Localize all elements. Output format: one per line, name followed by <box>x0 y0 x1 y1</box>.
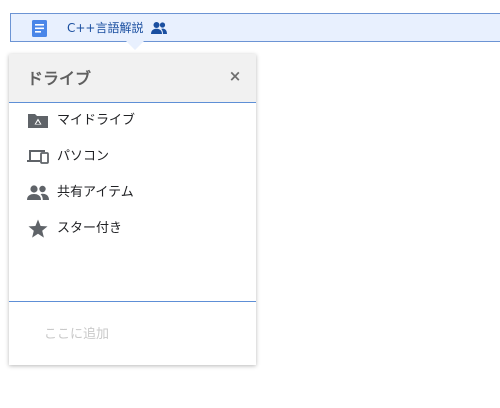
panel-title: ドライブ <box>27 69 92 88</box>
popover-pointer <box>126 41 144 50</box>
my-drive-folder-icon <box>28 114 48 128</box>
nav-item-shared[interactable]: 共有アイテム <box>9 176 256 210</box>
nav-item-computers[interactable]: パソコン <box>9 140 256 174</box>
nav-item-starred[interactable]: スター付き <box>9 212 256 246</box>
shared-people-icon <box>27 185 49 200</box>
nav-item-label: 共有アイテム <box>57 185 134 200</box>
add-here-button[interactable]: ここに追加 <box>44 327 109 343</box>
nav-item-label: マイドライブ <box>57 113 136 128</box>
document-tab-bar: C++言語解説 <box>10 13 500 42</box>
document-icon[interactable] <box>32 20 47 37</box>
close-button[interactable]: × <box>226 67 244 85</box>
document-title[interactable]: C++言語解説 <box>67 20 144 36</box>
nav-item-label: パソコン <box>57 149 110 164</box>
divider <box>9 301 256 302</box>
computers-icon <box>27 150 49 164</box>
people-icon[interactable] <box>151 21 167 35</box>
panel-header: ドライブ × <box>9 54 256 103</box>
nav-item-my-drive[interactable]: マイドライブ <box>9 104 256 138</box>
nav-item-label: スター付き <box>57 221 123 236</box>
drive-picker-panel: ドライブ × マイドライブ パソコン 共有アイテム スター付き ここに追加 <box>9 54 256 365</box>
star-icon <box>28 219 48 238</box>
